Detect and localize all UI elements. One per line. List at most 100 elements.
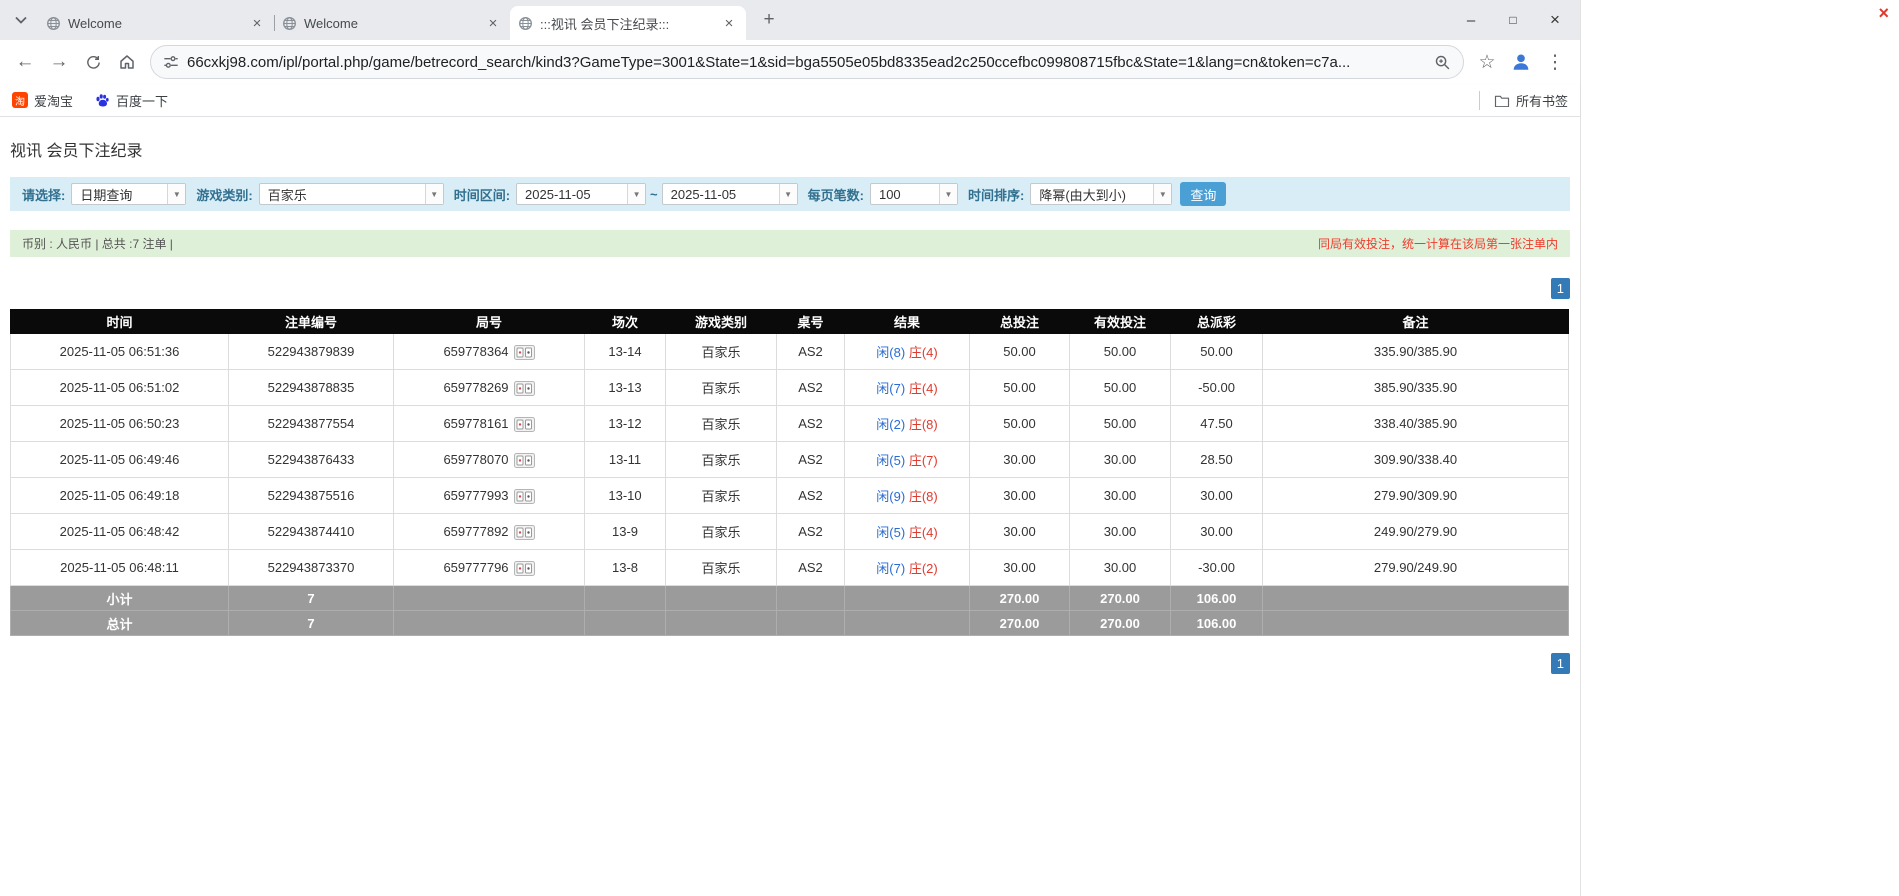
- home-button[interactable]: [110, 45, 144, 79]
- page-size-select[interactable]: 100 ▼: [870, 183, 958, 205]
- result-banker: 庄(8): [909, 489, 938, 504]
- column-header: 注单编号: [229, 310, 394, 334]
- tab-close-icon[interactable]: ×: [484, 15, 502, 32]
- notice-text: 同局有效投注，统一计算在该局第一张注单内: [1318, 235, 1558, 252]
- round-video-icon[interactable]: [514, 453, 535, 468]
- close-button[interactable]: ×: [1534, 10, 1576, 30]
- round-video-icon[interactable]: [514, 345, 535, 360]
- reload-button[interactable]: [76, 45, 110, 79]
- tab-close-icon[interactable]: ×: [720, 15, 738, 32]
- query-type-select[interactable]: 日期查询 ▼: [71, 183, 186, 205]
- cell-payout: -30.00: [1171, 550, 1263, 586]
- chevron-down-icon: [15, 16, 27, 24]
- table-row: 2025-11-05 06:49:46522943876433659778070…: [11, 442, 1569, 478]
- profile-avatar[interactable]: [1504, 45, 1538, 79]
- round-video-icon[interactable]: [514, 381, 535, 396]
- sort-select[interactable]: 降幂(由大到小) ▼: [1030, 183, 1172, 205]
- query-type-label: 请选择:: [22, 185, 65, 204]
- external-close-icon[interactable]: ×: [1878, 3, 1889, 24]
- chevron-down-icon[interactable]: ▼: [627, 184, 645, 204]
- person-icon: [1510, 51, 1532, 73]
- browser-menu-button[interactable]: ⋮: [1538, 45, 1572, 79]
- round-video-icon[interactable]: [514, 525, 535, 540]
- cell-round: 659778364: [394, 334, 585, 370]
- browser-tab[interactable]: Welcome×: [274, 6, 510, 40]
- cell-total-bet[interactable]: 50.00: [970, 334, 1070, 370]
- table-header-row: 时间注单编号局号场次游戏类别桌号结果总投注有效投注总派彩备注: [11, 310, 1569, 334]
- result-player: 闲(2): [876, 417, 905, 432]
- cell-total-bet[interactable]: 30.00: [970, 514, 1070, 550]
- date-from-select[interactable]: 2025-11-05 ▼: [516, 183, 646, 205]
- chevron-down-icon[interactable]: ▼: [1153, 184, 1171, 204]
- cell-round: 659777993: [394, 478, 585, 514]
- result-player: 闲(7): [876, 381, 905, 396]
- new-tab-button[interactable]: +: [756, 7, 782, 33]
- round-video-icon[interactable]: [514, 417, 535, 432]
- cell-round: 659777892: [394, 514, 585, 550]
- bookmark-item[interactable]: 淘爱淘宝: [12, 91, 73, 110]
- baidu-icon: [95, 93, 110, 108]
- cell-session: 13-9: [585, 514, 666, 550]
- minimize-button[interactable]: –: [1450, 12, 1492, 29]
- site-settings-icon[interactable]: [163, 54, 179, 70]
- cell-remark: 385.90/335.90: [1263, 370, 1569, 406]
- column-header: 备注: [1263, 310, 1569, 334]
- cell-round: 659777796: [394, 550, 585, 586]
- cell-session: 13-11: [585, 442, 666, 478]
- cell-payout: 30.00: [1171, 478, 1263, 514]
- cell-total-bet[interactable]: 30.00: [970, 478, 1070, 514]
- cell-total-bet[interactable]: 30.00: [970, 442, 1070, 478]
- back-button[interactable]: ←: [8, 45, 42, 79]
- cell-session: 13-8: [585, 550, 666, 586]
- browser-tab[interactable]: Welcome×: [38, 6, 274, 40]
- tab-search-button[interactable]: [8, 7, 34, 33]
- maximize-button[interactable]: □: [1492, 13, 1534, 27]
- cell-valid-bet: 50.00: [1070, 370, 1171, 406]
- date-to-select[interactable]: 2025-11-05 ▼: [662, 183, 798, 205]
- forward-button[interactable]: →: [42, 45, 76, 79]
- url-text[interactable]: 66cxkj98.com/ipl/portal.php/game/betreco…: [187, 54, 1424, 71]
- footer-empty-cell: [394, 586, 585, 611]
- date-to-value: 2025-11-05: [663, 184, 779, 204]
- round-video-icon[interactable]: [514, 489, 535, 504]
- footer-empty-cell: [777, 611, 845, 636]
- footer-empty-cell: [585, 586, 666, 611]
- cell-total-bet[interactable]: 50.00: [970, 370, 1070, 406]
- url-bar[interactable]: 66cxkj98.com/ipl/portal.php/game/betreco…: [150, 45, 1464, 79]
- cell-game-type: 百家乐: [666, 334, 777, 370]
- date-from-value: 2025-11-05: [517, 184, 627, 204]
- cell-result: 闲(2) 庄(8): [845, 406, 970, 442]
- page-button[interactable]: 1: [1551, 278, 1570, 299]
- desktop-area: ×: [1581, 0, 1899, 896]
- column-header: 结果: [845, 310, 970, 334]
- cell-round: 659778161: [394, 406, 585, 442]
- cell-result: 闲(8) 庄(4): [845, 334, 970, 370]
- cell-game-type: 百家乐: [666, 406, 777, 442]
- cell-session: 13-10: [585, 478, 666, 514]
- cell-round: 659778070: [394, 442, 585, 478]
- column-header: 总派彩: [1171, 310, 1263, 334]
- all-bookmarks-label: 所有书签: [1516, 91, 1568, 110]
- tab-strip: Welcome×Welcome×:::视讯 会员下注纪录:::× + – □ ×: [0, 0, 1580, 40]
- cell-valid-bet: 50.00: [1070, 406, 1171, 442]
- cell-game-type: 百家乐: [666, 478, 777, 514]
- query-type-value: 日期查询: [72, 184, 167, 204]
- chevron-down-icon[interactable]: ▼: [939, 184, 957, 204]
- bookmark-star-button[interactable]: ☆: [1470, 45, 1504, 79]
- bookmark-item[interactable]: 百度一下: [95, 91, 168, 110]
- search-button[interactable]: 查询: [1180, 182, 1226, 206]
- chevron-down-icon[interactable]: ▼: [425, 184, 443, 204]
- chevron-down-icon[interactable]: ▼: [779, 184, 797, 204]
- cell-remark: 338.40/385.90: [1263, 406, 1569, 442]
- round-video-icon[interactable]: [514, 561, 535, 576]
- game-type-select[interactable]: 百家乐 ▼: [259, 183, 444, 205]
- cell-total-bet[interactable]: 30.00: [970, 550, 1070, 586]
- page-title: 视讯 会员下注纪录: [10, 137, 1580, 161]
- zoom-icon[interactable]: [1434, 54, 1451, 71]
- tab-close-icon[interactable]: ×: [248, 15, 266, 32]
- cell-total-bet[interactable]: 50.00: [970, 406, 1070, 442]
- browser-tab[interactable]: :::视讯 会员下注纪录:::×: [510, 6, 746, 40]
- page-button[interactable]: 1: [1551, 653, 1570, 674]
- chevron-down-icon[interactable]: ▼: [167, 184, 185, 204]
- all-bookmarks-button[interactable]: 所有书签: [1479, 91, 1568, 110]
